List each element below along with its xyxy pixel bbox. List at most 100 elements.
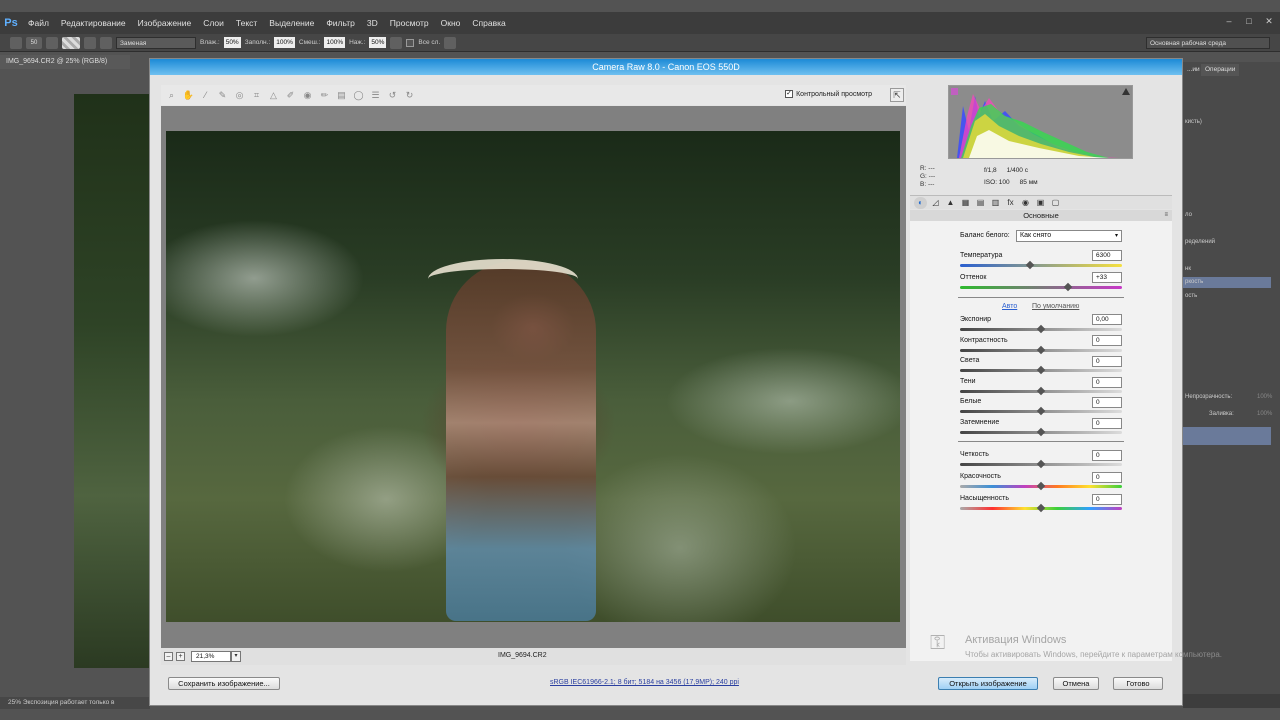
- menu-3d[interactable]: 3D: [361, 18, 384, 28]
- document-tab[interactable]: IMG_9694.CR2 @ 25% (RGB/8): [0, 55, 130, 69]
- vibrance-input[interactable]: 0: [1092, 472, 1122, 483]
- preview-image[interactable]: [166, 131, 900, 622]
- red-eye-icon[interactable]: ◉: [301, 89, 314, 102]
- preview-checkbox[interactable]: ✓: [785, 90, 794, 98]
- panel-row-selected[interactable]: ркость: [1183, 277, 1271, 288]
- zoom-out-button[interactable]: –: [164, 652, 173, 661]
- shadow-clipping-icon[interactable]: [951, 88, 958, 95]
- preferences-icon[interactable]: ☰: [369, 89, 382, 102]
- slider-thumb[interactable]: [1036, 345, 1046, 355]
- temperature-slider[interactable]: [960, 260, 1122, 270]
- clarity-input[interactable]: 0: [1092, 450, 1122, 461]
- fill-value[interactable]: 100%: [1255, 409, 1275, 420]
- tint-input[interactable]: +33: [1092, 272, 1122, 283]
- whites-input[interactable]: 0: [1092, 397, 1122, 408]
- detail-tab-icon[interactable]: ▲: [944, 197, 957, 209]
- fx-tab-icon[interactable]: fx: [1004, 197, 1017, 209]
- vibrance-slider[interactable]: [960, 481, 1122, 491]
- fill-input[interactable]: 100%: [274, 37, 295, 48]
- pen-pressure-icon[interactable]: [444, 36, 457, 49]
- airbrush-icon[interactable]: [390, 36, 403, 49]
- split-toning-tab-icon[interactable]: ▤: [974, 197, 987, 209]
- slider-thumb[interactable]: [1036, 459, 1046, 469]
- zoom-dropdown-icon[interactable]: ▾: [231, 651, 241, 662]
- tint-slider[interactable]: [960, 282, 1122, 292]
- workflow-options-link[interactable]: sRGB IEC61966-2.1; 8 бит; 5184 на 3456 (…: [550, 679, 739, 686]
- panel-row[interactable]: нк: [1183, 264, 1271, 275]
- panel-menu-icon[interactable]: ≡: [1164, 210, 1168, 221]
- tone-curve-tab-icon[interactable]: ◿: [929, 197, 942, 209]
- slider-thumb[interactable]: [1025, 260, 1035, 270]
- preview-toggle[interactable]: ✓ Контрольный просмотр: [785, 90, 872, 98]
- hand-tool-icon[interactable]: ✋: [182, 89, 195, 102]
- flow-input[interactable]: 50%: [223, 37, 241, 48]
- white-balance-select[interactable]: Как снято ▾: [1016, 230, 1122, 242]
- shadows-input[interactable]: 0: [1092, 377, 1122, 388]
- radial-filter-icon[interactable]: ◯: [352, 89, 365, 102]
- blacks-slider[interactable]: [960, 427, 1122, 437]
- brush-tool-icon[interactable]: [10, 36, 22, 49]
- basic-tab-icon[interactable]: ◐: [914, 196, 927, 209]
- menu-filter[interactable]: Фильтр: [320, 18, 361, 28]
- contrast-input[interactable]: 0: [1092, 335, 1122, 346]
- opacity-value[interactable]: 100%: [1255, 392, 1275, 403]
- slider-thumb[interactable]: [1036, 481, 1046, 491]
- menu-file[interactable]: Файл: [22, 18, 55, 28]
- spot-removal-icon[interactable]: ✐: [284, 89, 297, 102]
- highlights-input[interactable]: 0: [1092, 356, 1122, 367]
- cancel-button[interactable]: Отмена: [1053, 677, 1099, 690]
- snapshots-tab-icon[interactable]: ▢: [1049, 197, 1062, 209]
- contrast-slider[interactable]: [960, 345, 1122, 355]
- save-image-button[interactable]: Сохранить изображение...: [168, 677, 280, 690]
- menu-window[interactable]: Окно: [435, 18, 467, 28]
- menu-select[interactable]: Выделение: [263, 18, 320, 28]
- hsl-tab-icon[interactable]: ▦: [959, 197, 972, 209]
- panel-row[interactable]: ло: [1183, 210, 1271, 221]
- zoom-level-field[interactable]: 21,3%: [191, 651, 231, 662]
- menu-type[interactable]: Текст: [230, 18, 263, 28]
- default-link[interactable]: По умолчанию: [1032, 303, 1079, 310]
- swatch-icon[interactable]: [62, 36, 80, 49]
- maximize-button[interactable]: □: [1244, 16, 1254, 26]
- exposure-slider[interactable]: [960, 324, 1122, 334]
- open-image-button[interactable]: Открыть изображение: [938, 677, 1038, 690]
- slider-thumb[interactable]: [1036, 503, 1046, 513]
- clarity-slider[interactable]: [960, 459, 1122, 469]
- done-button[interactable]: Готово: [1113, 677, 1163, 690]
- slider-thumb[interactable]: [1036, 324, 1046, 334]
- pressure-input[interactable]: 50%: [369, 37, 387, 48]
- slider-thumb[interactable]: [1036, 365, 1046, 375]
- temperature-input[interactable]: 6300: [1092, 250, 1122, 261]
- blacks-input[interactable]: 0: [1092, 418, 1122, 429]
- load-brush-icon[interactable]: [100, 36, 112, 49]
- slider-thumb[interactable]: [1036, 427, 1046, 437]
- whites-slider[interactable]: [960, 406, 1122, 416]
- white-balance-tool-icon[interactable]: ⁄: [199, 89, 212, 102]
- menu-layers[interactable]: Слои: [197, 18, 230, 28]
- brush-panel-icon[interactable]: [46, 36, 58, 49]
- saturation-input[interactable]: 0: [1092, 494, 1122, 505]
- close-button[interactable]: ✕: [1264, 16, 1274, 26]
- layer-row-selected[interactable]: [1183, 427, 1271, 445]
- slider-thumb[interactable]: [1036, 386, 1046, 396]
- tab-actions[interactable]: Операции: [1201, 64, 1240, 76]
- slider-thumb[interactable]: [1036, 406, 1046, 416]
- graduated-filter-icon[interactable]: ▤: [335, 89, 348, 102]
- preview-area[interactable]: [161, 106, 906, 648]
- menu-image[interactable]: Изображение: [132, 18, 198, 28]
- highlights-slider[interactable]: [960, 365, 1122, 375]
- mix-input[interactable]: 100%: [324, 37, 346, 48]
- all-layers-checkbox[interactable]: [406, 38, 415, 47]
- panel-row[interactable]: ость: [1183, 291, 1271, 302]
- fullscreen-icon[interactable]: ⇱: [890, 88, 904, 102]
- highlight-clipping-icon[interactable]: [1122, 88, 1130, 95]
- rotate-left-icon[interactable]: ↺: [386, 89, 399, 102]
- auto-link[interactable]: Авто: [1002, 303, 1017, 310]
- shadows-slider[interactable]: [960, 386, 1122, 396]
- slider-thumb[interactable]: [1063, 282, 1073, 292]
- exposure-input[interactable]: 0,00: [1092, 314, 1122, 325]
- rotate-right-icon[interactable]: ↻: [403, 89, 416, 102]
- menu-help[interactable]: Справка: [466, 18, 511, 28]
- lens-corrections-tab-icon[interactable]: ▥: [989, 197, 1002, 209]
- color-sampler-icon[interactable]: ✎: [216, 89, 229, 102]
